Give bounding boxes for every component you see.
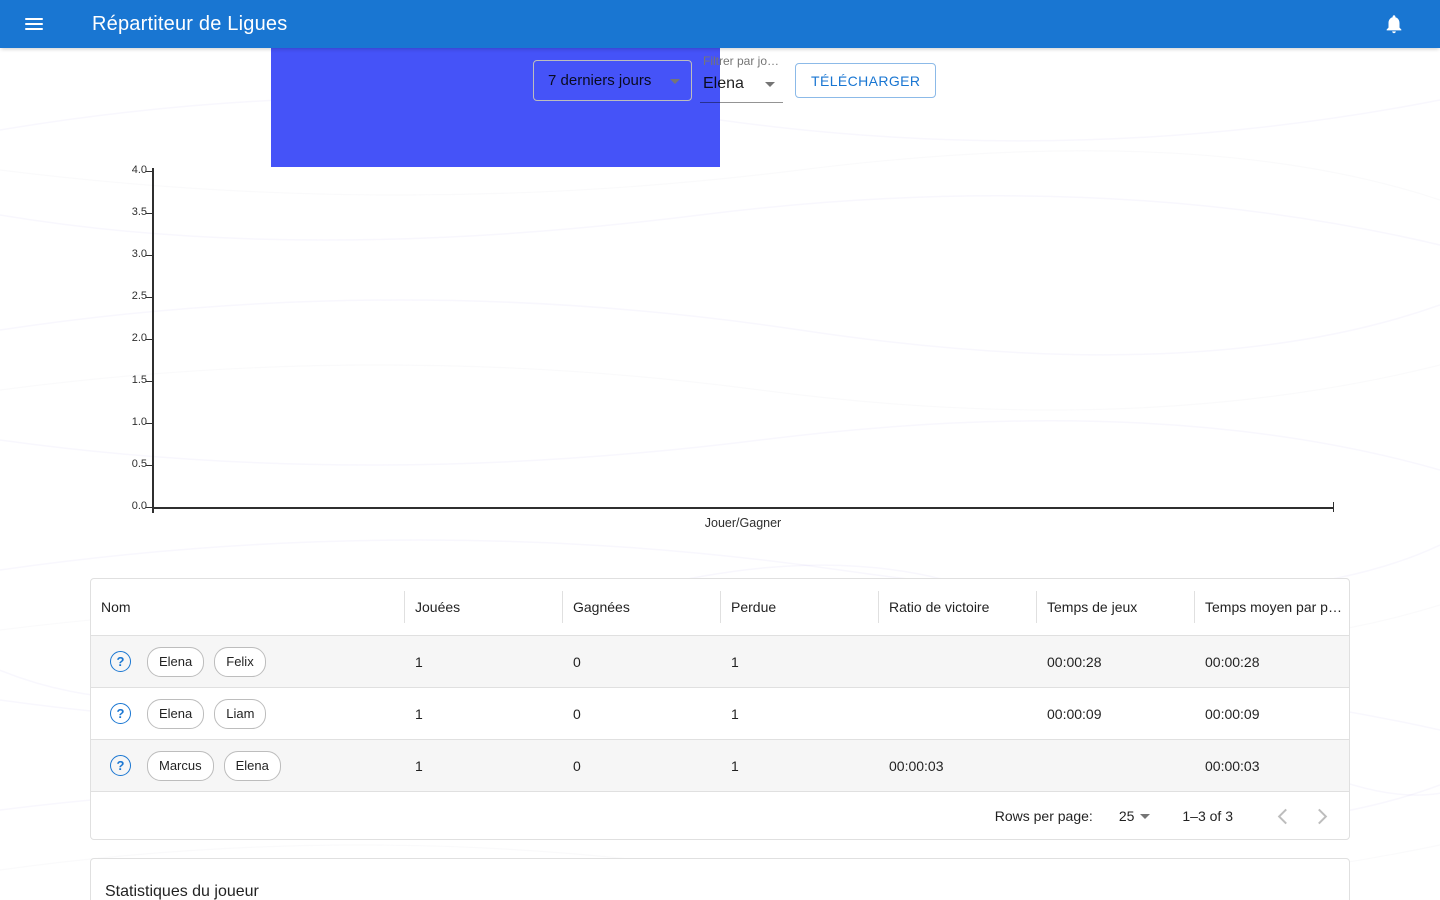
player-stats-title: Statistiques du joueur: [105, 883, 1335, 900]
table-header-row: Nom Jouées Gagnées Perdue Ratio de victo…: [91, 579, 1349, 636]
cell-perdue: 1: [721, 636, 879, 687]
y-tick-label: 3.0: [107, 248, 147, 260]
page-title: Répartiteur de Ligues: [92, 13, 287, 36]
cell-perdue: 1: [721, 688, 879, 739]
cell-jouees: 1: [405, 688, 563, 739]
help-icon[interactable]: ?: [110, 755, 131, 776]
y-tick-label: 0.0: [107, 500, 147, 512]
download-button[interactable]: TÉLÉCHARGER: [795, 63, 936, 98]
next-page-button[interactable]: [1307, 802, 1335, 830]
column-header-jouees[interactable]: Jouées: [405, 579, 563, 635]
column-header-nom[interactable]: Nom: [91, 579, 405, 635]
cell-jouees: 1: [405, 636, 563, 687]
cell-gagnees: 0: [563, 740, 721, 791]
cell-ratio: [1037, 740, 1195, 791]
column-header-gagnees[interactable]: Gagnées: [563, 579, 721, 635]
bell-icon: [1383, 13, 1405, 35]
y-tick-label: 2.0: [107, 332, 147, 344]
player-filter-value: Elena: [703, 75, 744, 92]
date-range-select[interactable]: 7 derniers jours: [533, 60, 692, 101]
help-icon[interactable]: ?: [110, 651, 131, 672]
player-chip: Elena: [147, 647, 204, 677]
y-tick-label: 3.5: [107, 206, 147, 218]
help-icon[interactable]: ?: [110, 703, 131, 724]
pagination-range: 1–3 of 3: [1182, 808, 1233, 824]
results-table-card: Nom Jouées Gagnées Perdue Ratio de victo…: [90, 578, 1350, 840]
table-row[interactable]: ? Elena Felix 1 0 1 00:00:28 00:00:28: [91, 636, 1349, 688]
previous-page-button[interactable]: [1269, 802, 1297, 830]
player-chip: Elena: [147, 699, 204, 729]
cell-gagnees: 0: [563, 688, 721, 739]
hamburger-icon: [25, 15, 43, 33]
cell-temps-de-jeux: 00:00:09: [1037, 688, 1195, 739]
player-chip: Liam: [214, 699, 266, 729]
chevron-down-icon: [1140, 814, 1150, 819]
chevron-left-icon: [1277, 808, 1293, 824]
chevron-down-icon: [765, 82, 775, 87]
cell-temps-moyen: 00:00:09: [1195, 688, 1351, 739]
table-pagination: Rows per page: 25 1–3 of 3: [91, 792, 1349, 840]
x-axis-line: [152, 507, 1334, 509]
player-chip: Marcus: [147, 751, 214, 781]
app-bar: Répartiteur de Ligues: [0, 0, 1440, 48]
rows-per-page-label: Rows per page:: [995, 808, 1093, 824]
cell-ratio: [879, 636, 1037, 687]
cell-jouees: 1: [405, 740, 563, 791]
cell-ratio: [879, 688, 1037, 739]
column-header-temps-de-jeux[interactable]: Temps de jeux: [1037, 579, 1195, 635]
chevron-down-icon: [670, 79, 680, 84]
y-axis-line: [152, 168, 154, 513]
cell-temps-moyen: 00:00:03: [1195, 740, 1351, 791]
table-row[interactable]: ? Elena Liam 1 0 1 00:00:09 00:00:09: [91, 688, 1349, 740]
page: Répartiteur de Ligues 7 derniers jours F…: [0, 0, 1440, 900]
y-tick-label: 1.0: [107, 416, 147, 428]
menu-button[interactable]: [20, 10, 48, 38]
player-stats-card: Statistiques du joueur: [90, 858, 1350, 900]
cell-perdue: 1: [721, 740, 879, 791]
rows-per-page-value: 25: [1119, 808, 1135, 824]
cell-gagnees: 0: [563, 636, 721, 687]
y-tick-label: 1.5: [107, 374, 147, 386]
date-range-value: 7 derniers jours: [548, 72, 651, 89]
column-header-perdue[interactable]: Perdue: [721, 579, 879, 635]
column-header-temps-moyen[interactable]: Temps moyen par p…: [1195, 579, 1351, 635]
rows-per-page-select[interactable]: 25: [1119, 808, 1151, 824]
y-tick-label: 4.0: [107, 164, 147, 176]
x-axis-end-tick: [1333, 502, 1335, 512]
player-chip: Felix: [214, 647, 265, 677]
x-axis-category-label: Jouer/Gagner: [593, 516, 893, 530]
cell-temps-moyen: 00:00:28: [1195, 636, 1351, 687]
cell-temps-de-jeux: 00:00:28: [1037, 636, 1195, 687]
column-header-ratio[interactable]: Ratio de victoire: [879, 579, 1037, 635]
player-filter-select[interactable]: Filtrer par jo… Elena: [700, 54, 783, 103]
y-tick-label: 2.5: [107, 290, 147, 302]
chevron-right-icon: [1311, 808, 1327, 824]
player-filter-label: Filtrer par jo…: [703, 54, 783, 68]
table-row[interactable]: ? Marcus Elena 1 0 1 00:00:03 00:00:03: [91, 740, 1349, 792]
cell-temps-de-jeux: 00:00:03: [879, 740, 1037, 791]
notifications-button[interactable]: [1380, 10, 1408, 38]
y-tick-label: 0.5: [107, 458, 147, 470]
player-chip: Elena: [224, 751, 281, 781]
